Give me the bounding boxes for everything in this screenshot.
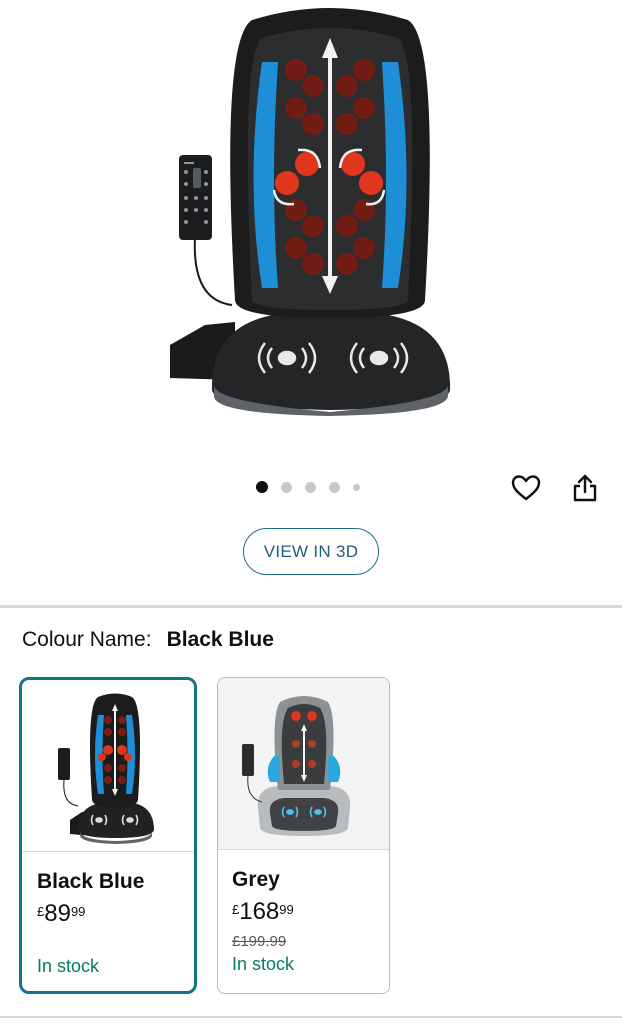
- image-carousel-dots[interactable]: [256, 481, 360, 493]
- colour-label: Colour Name:: [22, 628, 152, 651]
- heart-outline-icon: [511, 475, 541, 501]
- carousel-dot[interactable]: [305, 481, 316, 493]
- variant-was-price: £199.99: [232, 933, 287, 950]
- carousel-dot[interactable]: [329, 481, 340, 493]
- variant-thumbnail: [22, 680, 194, 852]
- colour-selected-value: Black Blue: [166, 628, 274, 651]
- colour-name-row: Colour Name: Black Blue: [22, 628, 274, 652]
- variant-card-grey[interactable]: Grey £ 168 99 £199.99 In stock: [217, 677, 390, 994]
- variant-name: Grey: [232, 868, 280, 891]
- carousel-dot[interactable]: [256, 481, 268, 493]
- view-in-3d-button[interactable]: VIEW IN 3D: [243, 528, 379, 575]
- carousel-dot[interactable]: [353, 483, 360, 491]
- variant-name: Black Blue: [37, 870, 145, 893]
- section-divider: [0, 1016, 622, 1018]
- section-divider: [0, 605, 622, 608]
- share-icon: [573, 474, 597, 502]
- variant-card-black-blue[interactable]: Black Blue £ 89 99 In stock: [19, 677, 197, 994]
- product-image[interactable]: [0, 0, 622, 440]
- variant-price: £ 89 99: [37, 900, 86, 927]
- variant-stock-status: In stock: [37, 956, 100, 976]
- variant-stock-status: In stock: [232, 954, 295, 974]
- share-button[interactable]: [566, 470, 604, 506]
- variant-price: £ 168 99: [232, 898, 294, 925]
- carousel-dot[interactable]: [281, 481, 292, 493]
- variant-thumbnail: [218, 678, 389, 850]
- favourite-button[interactable]: [507, 470, 545, 506]
